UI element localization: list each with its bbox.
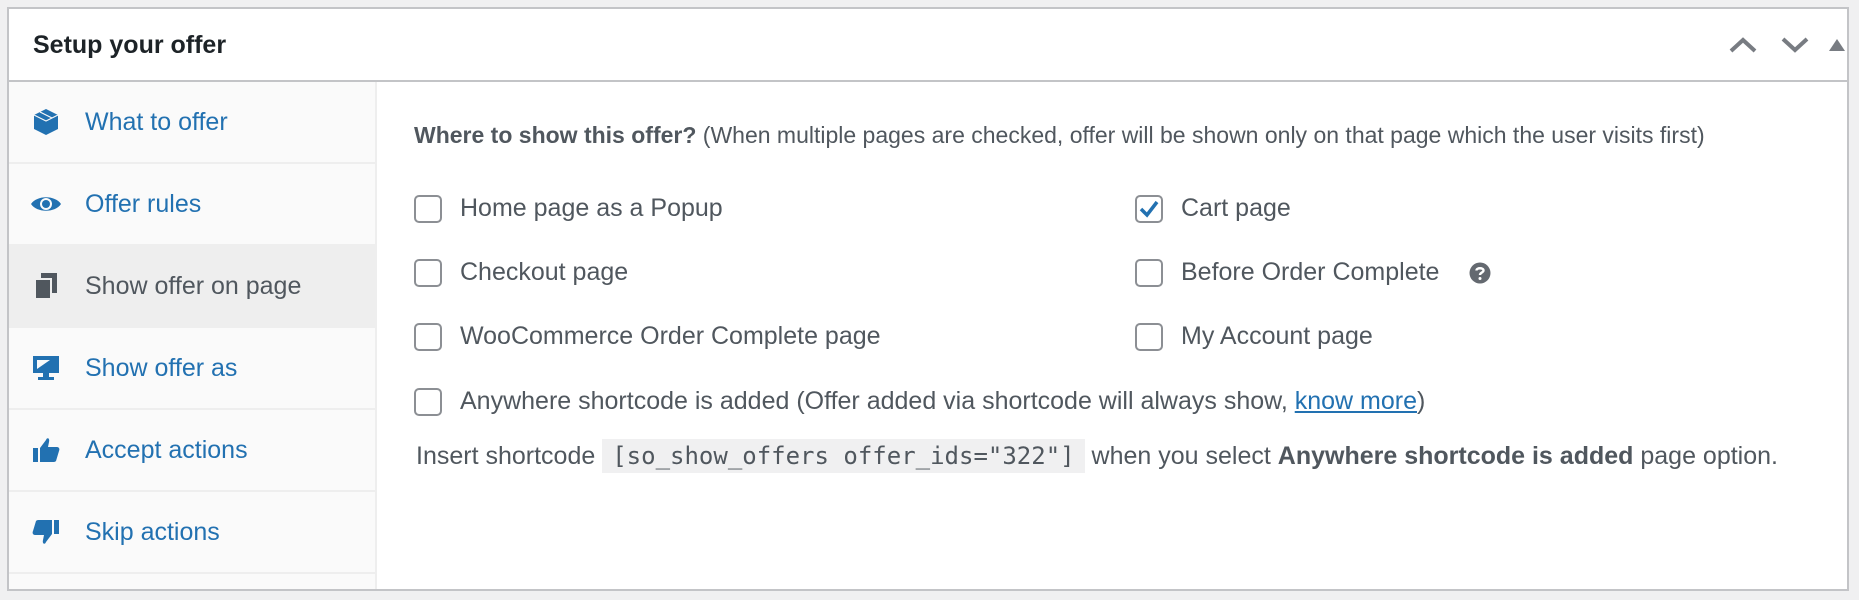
option-label: Checkout page [460, 258, 629, 286]
sidebar-item-label: Show offer on page [85, 271, 302, 300]
option-label: WooCommerce Order Complete page [460, 322, 881, 350]
option-label: Cart page [1181, 194, 1291, 222]
option-label: Before Order Complete [1181, 258, 1440, 286]
option-home-page-popup[interactable]: Home page as a Popup [414, 194, 723, 223]
checkbox-woocommerce-order-complete[interactable] [414, 322, 442, 351]
option-before-order-complete[interactable]: Before Order Complete [1135, 258, 1491, 287]
sidebar-item-skip-actions[interactable]: Skip actions [9, 492, 375, 574]
triangle-up-icon [1829, 39, 1845, 51]
panel-title: Setup your offer [33, 31, 227, 59]
chevron-down-icon [1781, 37, 1809, 53]
know-more-link[interactable]: know more [1295, 387, 1417, 416]
where-to-show-heading: Where to show this offer? (When multiple… [414, 122, 1705, 149]
checkbox-checkout-page[interactable] [414, 258, 442, 287]
panel-body: What to offer Offer rules Show offer on … [9, 82, 1847, 589]
shortcode-prefix: Insert shortcode [416, 442, 603, 470]
thumbs-down-icon [29, 515, 63, 549]
monitor-icon [29, 351, 63, 385]
checkbox-home-page-popup[interactable] [414, 194, 442, 223]
offer-sidebar: What to offer Offer rules Show offer on … [9, 82, 377, 589]
chevron-up-icon [1729, 37, 1757, 53]
sidebar-item-show-offer-as[interactable]: Show offer as [9, 328, 375, 410]
move-up-button[interactable] [1725, 27, 1761, 63]
option-checkout-page[interactable]: Checkout page [414, 258, 628, 287]
option-cart-page[interactable]: Cart page [1135, 194, 1291, 223]
checkmark-icon [1139, 200, 1159, 218]
shortcode-instructions: Insert shortcode [so_show_offers offer_i… [416, 437, 1836, 475]
option-label-suffix: ) [1416, 387, 1426, 415]
checkbox-my-account-page[interactable] [1135, 322, 1163, 351]
show-offer-on-page-content: Where to show this offer? (When multiple… [377, 82, 1847, 589]
pages-icon [29, 269, 63, 303]
option-label: Anywhere shortcode is added (Offer added… [460, 387, 1295, 415]
heading-note: (When multiple pages are checked, offer … [702, 122, 1705, 148]
sidebar-item-label: What to offer [85, 107, 228, 136]
option-my-account-page[interactable]: My Account page [1135, 322, 1373, 351]
setup-offer-panel: Setup your offer What to offer Offer rul… [7, 7, 1849, 591]
shortcode-value[interactable]: [so_show_offers offer_ids="322"] [602, 439, 1085, 473]
sidebar-item-what-to-offer[interactable]: What to offer [9, 82, 375, 164]
option-label: Home page as a Popup [460, 194, 723, 222]
help-icon[interactable] [1469, 262, 1491, 284]
option-woocommerce-order-complete[interactable]: WooCommerce Order Complete page [414, 322, 881, 351]
heading-question: Where to show this offer? [414, 122, 697, 148]
checkbox-before-order-complete[interactable] [1135, 258, 1163, 287]
checkbox-cart-page[interactable] [1135, 194, 1163, 223]
sidebar-item-label: Accept actions [85, 435, 248, 464]
toggle-panel-button[interactable] [1819, 27, 1855, 63]
sidebar-item-label: Show offer as [85, 353, 238, 382]
sidebar-item-show-offer-on-page[interactable]: Show offer on page [9, 246, 375, 328]
shortcode-suffix: page option. [1633, 442, 1778, 470]
option-anywhere-shortcode[interactable]: Anywhere shortcode is added (Offer added… [414, 387, 1425, 416]
checkbox-anywhere-shortcode[interactable] [414, 387, 442, 416]
thumbs-up-icon [29, 433, 63, 467]
eye-icon [29, 187, 63, 221]
shortcode-bold-option: Anywhere shortcode is added [1277, 442, 1634, 470]
sidebar-item-label: Offer rules [85, 189, 202, 218]
move-down-button[interactable] [1777, 27, 1813, 63]
option-label: My Account page [1181, 322, 1373, 350]
cube-icon [29, 105, 63, 139]
sidebar-item-accept-actions[interactable]: Accept actions [9, 410, 375, 492]
sidebar-item-offer-rules[interactable]: Offer rules [9, 164, 375, 246]
panel-header: Setup your offer [9, 9, 1847, 82]
shortcode-middle: when you select [1084, 442, 1278, 470]
sidebar-item-label: Skip actions [85, 517, 220, 546]
